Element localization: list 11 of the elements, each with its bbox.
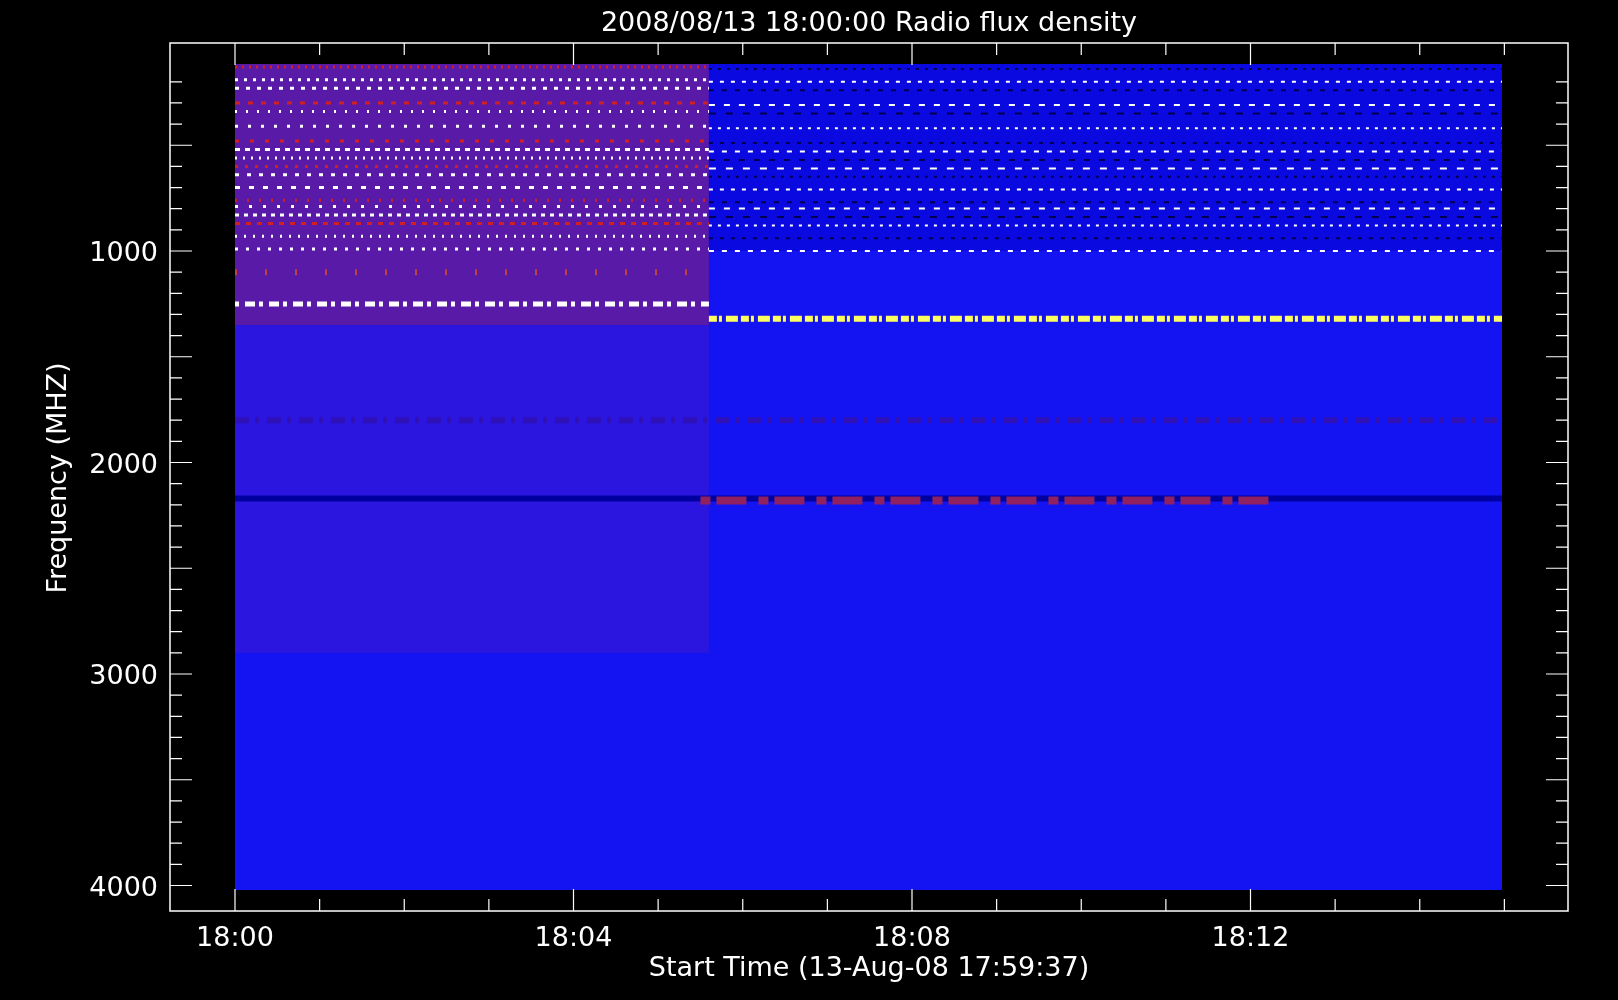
y-tick-label: 3000	[89, 659, 158, 690]
chart-title: 2008/08/13 18:00:00 Radio flux density	[600, 6, 1138, 37]
x-tick-label: 18:00	[196, 921, 274, 952]
y-tick-label: 2000	[89, 447, 158, 479]
y-tick-label: 1000	[89, 236, 158, 267]
x-tick-label: 18:12	[1211, 921, 1290, 952]
x-axis-label: Start Time (13-Aug-08 17:59:37)	[648, 951, 1090, 982]
y-tick-label: 4000	[89, 870, 158, 902]
y-axis-label: Frequency (MHZ)	[41, 362, 72, 594]
x-tick-label: 18:08	[873, 921, 951, 952]
x-tick-label: 18:04	[534, 921, 613, 952]
